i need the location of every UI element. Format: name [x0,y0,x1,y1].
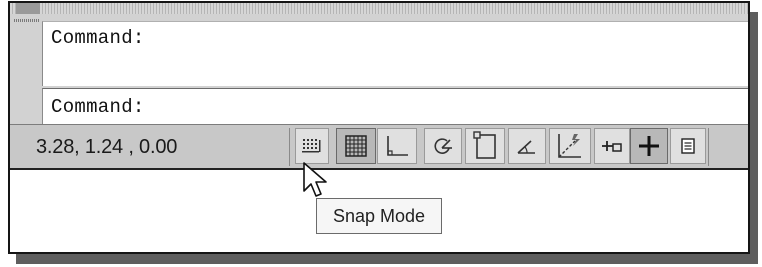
snap-mode-tooltip: Snap Mode [316,198,442,234]
command-history: Command: [42,21,748,86]
status-bar: 3.28, 1.24 , 0.00 [10,124,748,170]
object-snap-tracking-button[interactable] [508,128,546,164]
lineweight-button[interactable] [630,128,668,164]
dynamic-ucs-button[interactable] [549,128,591,164]
grid-display-button[interactable] [336,128,376,164]
command-prompt: Command: [51,96,145,118]
polar-tracking-button[interactable] [424,128,462,164]
polar-icon [431,135,455,157]
status-divider [289,128,290,166]
command-window: Command: Command: [10,14,748,125]
ducs-icon [555,131,585,161]
lineweight-icon [638,135,660,157]
command-history-line: Command: [51,27,145,49]
dynamic-input-button[interactable] [594,128,630,164]
snap-icon [301,136,323,156]
grid-icon [344,134,368,158]
dyn-icon [601,137,623,155]
coordinate-display[interactable]: 3.28, 1.24 , 0.00 [36,125,177,169]
ortho-icon [384,134,410,158]
ortho-mode-button[interactable] [377,128,417,164]
osnap-icon [472,131,498,161]
status-divider [708,128,709,166]
quick-properties-button[interactable] [670,128,706,164]
object-snap-button[interactable] [465,128,505,164]
qp-icon [680,137,696,155]
scroll-tab [16,3,40,14]
drawing-area-edge [10,3,748,14]
otrack-icon [515,135,539,157]
command-window-grip[interactable] [14,19,40,22]
command-line-input[interactable]: Command: [42,88,748,125]
snap-mode-button[interactable] [295,128,329,164]
